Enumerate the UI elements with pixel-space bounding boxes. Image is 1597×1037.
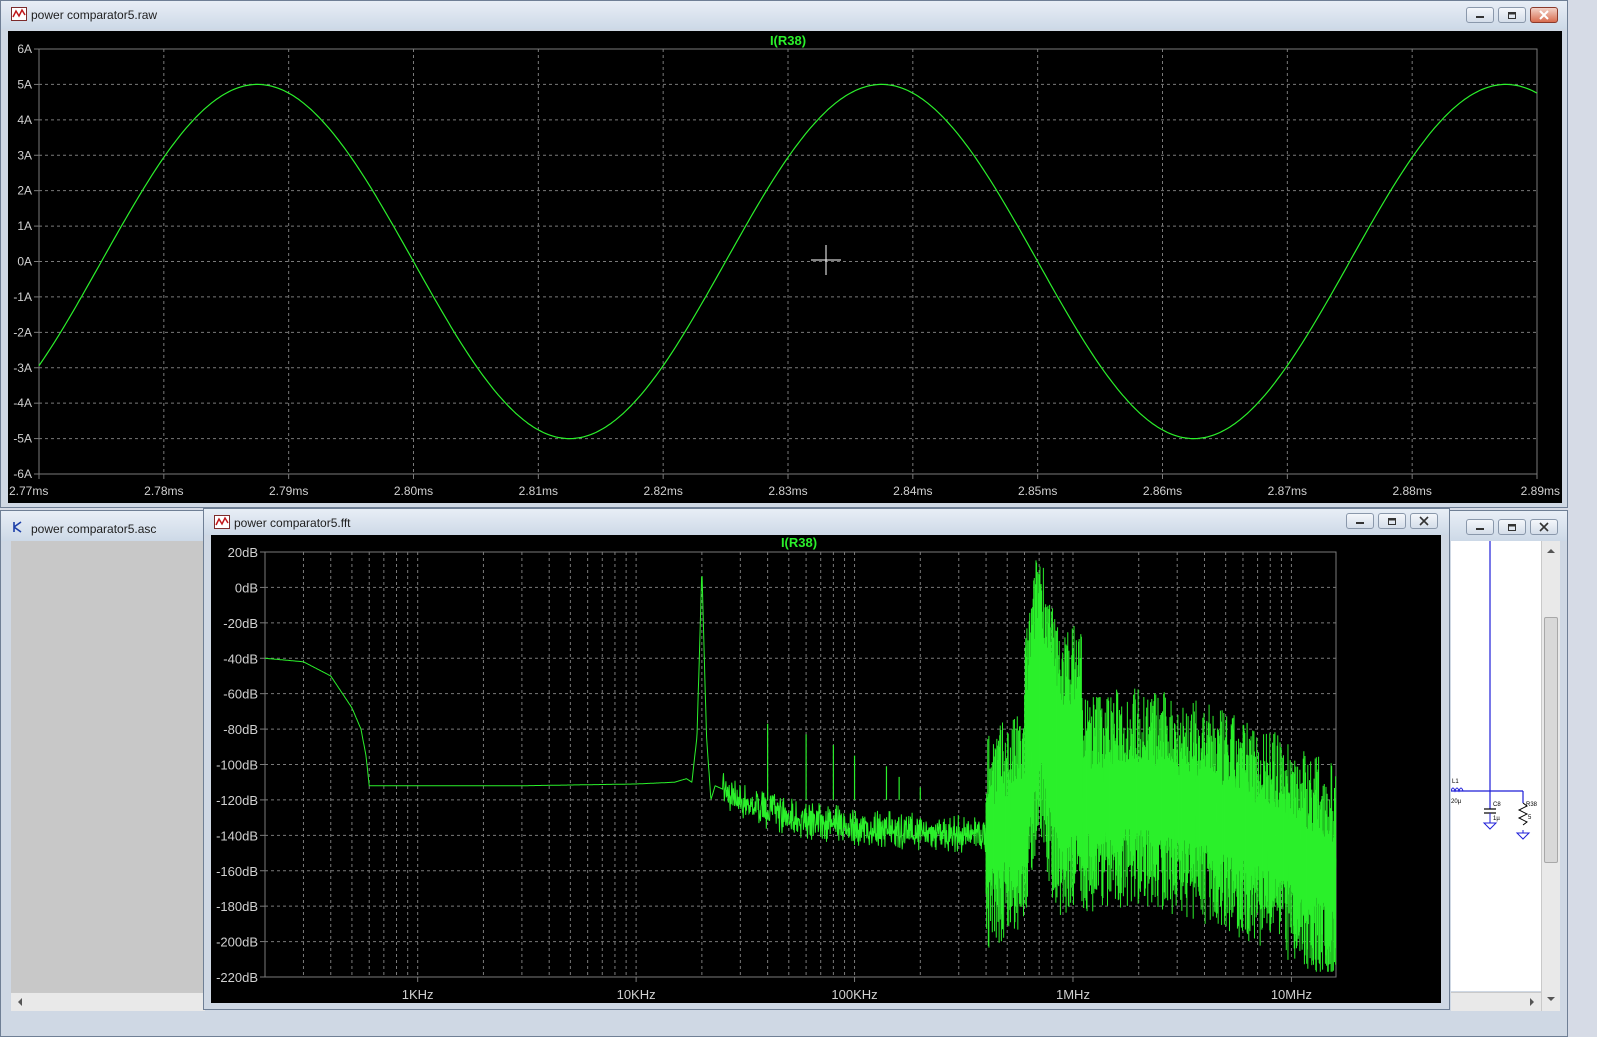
x-tick-label: 2.81ms xyxy=(519,484,558,498)
crosshair-cursor xyxy=(811,245,841,275)
fft-chart[interactable]: 20dB 0dB -20dB -40dB -60dB -80dB -100dB -120dB -… xyxy=(211,535,1441,1003)
x-tick-label: 2.88ms xyxy=(1392,484,1431,498)
minimize-button[interactable] xyxy=(1466,7,1494,23)
x-tick-label: 2.79ms xyxy=(269,484,308,498)
schematic-label-l1-value: 20µ xyxy=(1451,799,1462,805)
x-tick-label: 1KHz xyxy=(402,987,434,1002)
schematic-icon xyxy=(13,521,22,533)
scroll-right-icon[interactable] xyxy=(1525,994,1539,1010)
scroll-down-icon[interactable] xyxy=(1543,993,1559,1007)
x-tick-label: 2.83ms xyxy=(768,484,807,498)
x-tick-label: 2.84ms xyxy=(893,484,932,498)
y-tick-label: 2A xyxy=(17,184,32,198)
schematic-drawing[interactable]: L1 20µ C8 1µ R38 5 xyxy=(1450,541,1541,991)
y-tick-label: 0A xyxy=(17,255,32,269)
close-icon xyxy=(1539,10,1549,20)
window-title: power comparator5.fft xyxy=(234,516,351,530)
y-tick-label: -2A xyxy=(13,325,32,339)
chart-title[interactable]: I(R38) xyxy=(770,33,806,48)
x-tick-label: 2.80ms xyxy=(394,484,433,498)
y-tick-label: -60dB xyxy=(223,687,258,702)
y-tick-label: -6A xyxy=(13,467,32,481)
y-tick-label: -5A xyxy=(13,432,32,446)
waveform-icon xyxy=(214,515,230,529)
y-tick-label: -100dB xyxy=(216,758,258,773)
y-tick-label: 0dB xyxy=(235,580,258,595)
restore-icon xyxy=(1508,524,1516,531)
maximize-button[interactable] xyxy=(1498,519,1526,535)
y-tick-label: -4A xyxy=(13,396,32,410)
schematic-label-r38-value: 5 xyxy=(1528,815,1532,821)
close-icon xyxy=(1419,516,1429,526)
x-tick-label: 100KHz xyxy=(831,987,877,1002)
y-tick-label: -1A xyxy=(13,290,32,304)
raw-plot-window[interactable]: power comparator5.raw 6A 5A 4A 3A 2A 1A 0A -1A -… xyxy=(0,0,1568,508)
y-tick-label: 20dB xyxy=(228,545,258,560)
close-button[interactable] xyxy=(1530,519,1558,535)
horizontal-scrollbar-right[interactable] xyxy=(1451,992,1541,1011)
y-tick-label: -180dB xyxy=(216,899,258,914)
restore-icon xyxy=(1508,12,1516,19)
x-tick-label: 1MHz xyxy=(1056,987,1090,1002)
y-tick-label: 6A xyxy=(17,42,32,56)
minimize-button[interactable] xyxy=(1346,513,1374,529)
fft-plot-area[interactable]: 20dB 0dB -20dB -40dB -60dB -80dB -100dB -120dB -… xyxy=(211,535,1441,1003)
x-tick-label: 10MHz xyxy=(1271,987,1312,1002)
fft-plot-window[interactable]: power comparator5.fft 20dB 0dB -20dB -40dB -… xyxy=(203,508,1450,1010)
y-tick-label: -80dB xyxy=(223,722,258,737)
x-tick-label: 2.85ms xyxy=(1018,484,1057,498)
vertical-scrollbar[interactable] xyxy=(1541,541,1560,1011)
schematic-canvas-left[interactable] xyxy=(11,541,205,999)
time-domain-chart[interactable]: 6A 5A 4A 3A 2A 1A 0A -1A -2A -3A -4A -5A -6A 2.77ms 2.… xyxy=(8,31,1562,503)
schematic-label-c8-value: 1µ xyxy=(1493,816,1500,822)
time-plot-area[interactable]: 6A 5A 4A 3A 2A 1A 0A -1A -2A -3A -4A -5A -6A 2.77ms 2.… xyxy=(8,31,1562,503)
minimize-icon xyxy=(1476,528,1484,530)
x-tick-label: 10KHz xyxy=(617,987,656,1002)
minimize-icon xyxy=(1476,16,1484,18)
maximize-button[interactable] xyxy=(1498,7,1526,23)
y-tick-label: 3A xyxy=(17,148,32,162)
minimize-icon xyxy=(1356,522,1364,524)
scroll-left-icon[interactable] xyxy=(13,994,27,1010)
close-button[interactable] xyxy=(1410,513,1438,529)
window-title: power comparator5.raw xyxy=(31,8,158,22)
x-tick-label: 2.89ms xyxy=(1521,484,1560,498)
x-tick-label: 2.82ms xyxy=(643,484,682,498)
waveform-icon xyxy=(11,7,27,21)
fft-window-titlebar[interactable]: power comparator5.fft xyxy=(204,509,1449,535)
y-tick-label: -40dB xyxy=(223,651,258,666)
x-tick-label: 2.78ms xyxy=(144,484,183,498)
restore-icon xyxy=(1388,518,1396,525)
close-button[interactable] xyxy=(1530,7,1558,23)
y-tick-label: 1A xyxy=(17,219,32,233)
y-tick-label: -220dB xyxy=(216,970,258,985)
schematic-canvas-right[interactable]: L1 20µ C8 1µ R38 5 xyxy=(1450,541,1541,991)
y-tick-label: -200dB xyxy=(216,935,258,950)
y-tick-label: 4A xyxy=(17,113,32,127)
y-tick-label: -3A xyxy=(13,361,32,375)
scrollbar-thumb[interactable] xyxy=(1544,617,1558,863)
raw-window-titlebar[interactable]: power comparator5.raw xyxy=(1,1,1567,29)
schematic-label-r38: R38 xyxy=(1526,802,1538,808)
y-tick-label: 5A xyxy=(17,77,32,91)
maximize-button[interactable] xyxy=(1378,513,1406,529)
scroll-up-icon[interactable] xyxy=(1543,543,1559,557)
window-title: power comparator5.asc xyxy=(31,522,157,536)
schematic-label-l1: L1 xyxy=(1452,779,1459,785)
minimize-button[interactable] xyxy=(1466,519,1494,535)
y-tick-label: -20dB xyxy=(223,616,258,631)
close-icon xyxy=(1539,522,1549,532)
schematic-label-c8: C8 xyxy=(1493,802,1501,808)
x-tick-label: 2.87ms xyxy=(1268,484,1307,498)
y-tick-label: -120dB xyxy=(216,793,258,808)
x-tick-label: 2.86ms xyxy=(1143,484,1182,498)
y-tick-label: -160dB xyxy=(216,864,258,879)
y-tick-label: -140dB xyxy=(216,828,258,843)
chart-title[interactable]: I(R38) xyxy=(781,535,817,550)
x-tick-label: 2.77ms xyxy=(9,484,48,498)
horizontal-scrollbar[interactable] xyxy=(11,992,205,1011)
